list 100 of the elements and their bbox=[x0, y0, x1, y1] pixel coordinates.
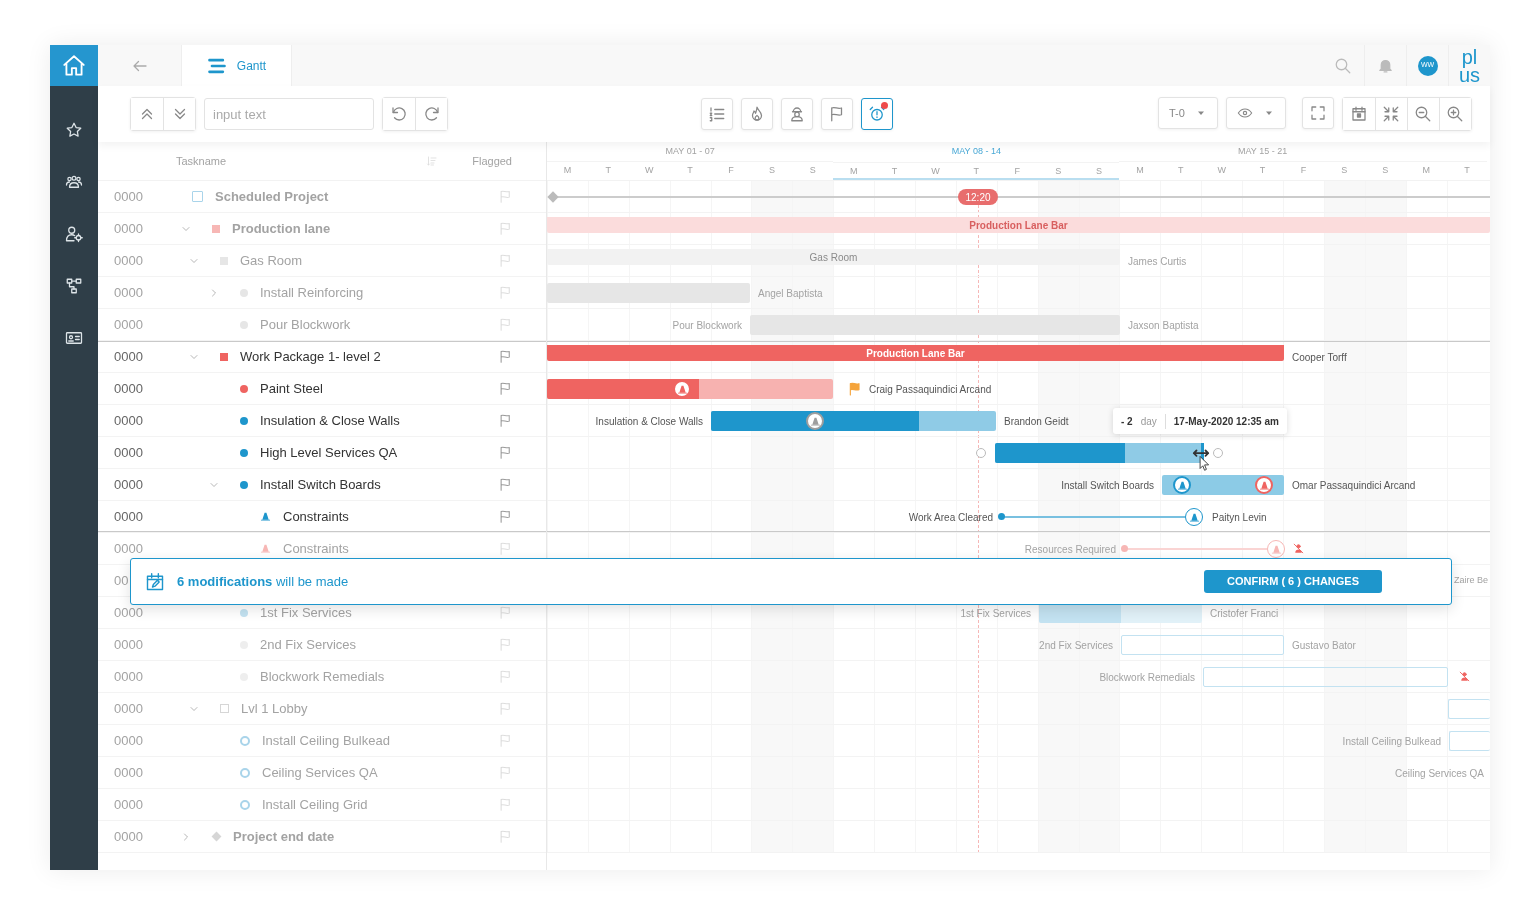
double-chevron-down-button[interactable] bbox=[163, 98, 195, 130]
tooltip-offset: - 2 bbox=[1121, 414, 1133, 429]
day-label: T bbox=[686, 164, 694, 178]
day-label: S bbox=[1381, 164, 1390, 178]
zoom-in-button[interactable] bbox=[1438, 98, 1471, 130]
flag-icon[interactable] bbox=[497, 541, 513, 556]
flag-icon[interactable] bbox=[497, 829, 513, 844]
flag-icon[interactable] bbox=[497, 477, 513, 492]
sort-icon[interactable] bbox=[426, 155, 439, 167]
task-name[interactable]: High Level Services QA bbox=[260, 442, 398, 463]
zoom-out-button[interactable] bbox=[1406, 98, 1439, 130]
flag-icon[interactable] bbox=[497, 797, 513, 812]
flag-icon[interactable] bbox=[497, 637, 513, 652]
task-name[interactable]: Constraints bbox=[283, 506, 349, 527]
task-name[interactable]: Constraints bbox=[283, 538, 349, 559]
flame-button[interactable] bbox=[741, 98, 773, 130]
task-id: 0000 bbox=[114, 412, 143, 428]
bar-label: Paityn Levin bbox=[1212, 510, 1267, 524]
task-id: 0000 bbox=[114, 284, 143, 300]
task-bar[interactable] bbox=[711, 411, 996, 431]
day-label: S bbox=[767, 164, 776, 178]
drag-handle[interactable] bbox=[976, 448, 986, 458]
task-name[interactable]: Ceiling Services QA bbox=[262, 762, 378, 783]
planned-bar[interactable] bbox=[1448, 699, 1490, 719]
collapse-button[interactable] bbox=[1374, 98, 1407, 130]
search-field[interactable]: input text bbox=[204, 98, 374, 130]
task-name[interactable]: Lvl 1 Lobby bbox=[241, 698, 308, 719]
task-name[interactable]: Install Reinforcing bbox=[260, 282, 364, 303]
task-name[interactable]: Paint Steel bbox=[260, 378, 323, 399]
double-chevron-up-button[interactable] bbox=[131, 98, 163, 130]
task-name[interactable]: Install Ceiling Grid bbox=[262, 794, 368, 815]
flag-icon[interactable] bbox=[497, 445, 513, 460]
task-id: 0000 bbox=[114, 668, 143, 684]
bar-label: Ceiling Services QA bbox=[1395, 766, 1484, 780]
confirm-button[interactable]: CONFIRM ( 6 ) CHANGES bbox=[1204, 570, 1382, 593]
task-name[interactable]: 1st Fix Services bbox=[260, 602, 352, 623]
visibility-dropdown[interactable] bbox=[1225, 97, 1286, 129]
flag-icon[interactable] bbox=[497, 765, 513, 780]
task-id: 0000 bbox=[114, 700, 143, 716]
drag-handle[interactable] bbox=[1213, 448, 1223, 458]
cone-icon bbox=[1258, 479, 1270, 491]
summary-bar[interactable]: Production Lane Bar bbox=[547, 345, 1284, 361]
task-name[interactable]: 2nd Fix Services bbox=[260, 634, 357, 655]
redo-button[interactable] bbox=[415, 98, 447, 130]
flag-icon[interactable] bbox=[497, 701, 513, 716]
task-name[interactable]: Insulation & Close Walls bbox=[260, 410, 400, 431]
summary-bar[interactable]: Gas Room bbox=[547, 249, 1120, 265]
flag-icon[interactable] bbox=[497, 285, 513, 300]
flag-icon[interactable] bbox=[497, 669, 513, 684]
task-name[interactable]: Project end date bbox=[233, 826, 335, 847]
flag-icon[interactable] bbox=[497, 413, 513, 428]
bar-label: Resources Required bbox=[1024, 542, 1116, 556]
flag-icon[interactable] bbox=[497, 381, 513, 396]
user-gear-icon bbox=[65, 225, 83, 243]
gantt-tab[interactable]: Gantt bbox=[182, 45, 292, 86]
checkbox[interactable] bbox=[192, 191, 203, 202]
task-name[interactable]: Install Ceiling Bulkead bbox=[262, 730, 390, 751]
task-name[interactable]: Blockwork Remedials bbox=[260, 666, 385, 687]
zoom-in-icon bbox=[1446, 105, 1465, 123]
flag-icon[interactable] bbox=[497, 733, 513, 748]
flag-icon[interactable] bbox=[497, 221, 513, 236]
task-id: 0000 bbox=[114, 828, 143, 844]
planned-bar[interactable] bbox=[1121, 635, 1284, 655]
calendar-button[interactable] bbox=[1342, 98, 1375, 130]
bar-label: Jaxson Baptista bbox=[1128, 318, 1199, 332]
tooltip-date: 17-May-2020 12:35 am bbox=[1173, 414, 1279, 429]
flag-icon[interactable] bbox=[497, 253, 513, 268]
numbered-list-button[interactable] bbox=[701, 98, 733, 130]
flag-icon[interactable] bbox=[497, 509, 513, 524]
resource-badge[interactable] bbox=[1185, 508, 1203, 526]
task-id: 0000 bbox=[114, 188, 143, 204]
task-bar[interactable] bbox=[995, 443, 1204, 463]
day-label: T bbox=[1463, 164, 1471, 178]
flag-icon[interactable] bbox=[497, 605, 513, 620]
today-marker: 12:20 bbox=[958, 189, 998, 205]
task-bar[interactable] bbox=[547, 379, 833, 399]
dropdown[interactable]: T-0 bbox=[1158, 97, 1218, 129]
day-label: T bbox=[1177, 164, 1185, 178]
people-icon bbox=[65, 173, 83, 191]
task-name[interactable]: Scheduled Project bbox=[215, 186, 329, 207]
task-name[interactable]: Gas Room bbox=[240, 250, 303, 271]
worker-button[interactable] bbox=[781, 98, 813, 130]
week-label: MAY 01 - 07 bbox=[665, 145, 715, 158]
task-name[interactable]: Work Package 1- level 2 bbox=[240, 346, 381, 367]
task-bar[interactable] bbox=[1039, 603, 1202, 623]
flag-button[interactable] bbox=[821, 98, 853, 130]
resource-badge[interactable] bbox=[1267, 540, 1285, 558]
fullscreen-button[interactable] bbox=[1301, 97, 1334, 129]
task-name[interactable]: Production lane bbox=[232, 218, 331, 239]
day-label: W bbox=[1216, 164, 1227, 178]
planned-bar[interactable] bbox=[1449, 731, 1490, 751]
summary-bar[interactable]: Production Lane Bar bbox=[547, 217, 1490, 233]
flag-icon[interactable] bbox=[497, 349, 513, 364]
task-name[interactable]: Pour Blockwork bbox=[260, 314, 351, 335]
undo-button[interactable] bbox=[383, 98, 415, 130]
alarm-clock-button[interactable] bbox=[861, 98, 893, 130]
flag-icon[interactable] bbox=[497, 189, 513, 204]
planned-bar[interactable] bbox=[1203, 667, 1448, 687]
flag-icon[interactable] bbox=[497, 317, 513, 332]
task-name[interactable]: Install Switch Boards bbox=[260, 474, 381, 495]
